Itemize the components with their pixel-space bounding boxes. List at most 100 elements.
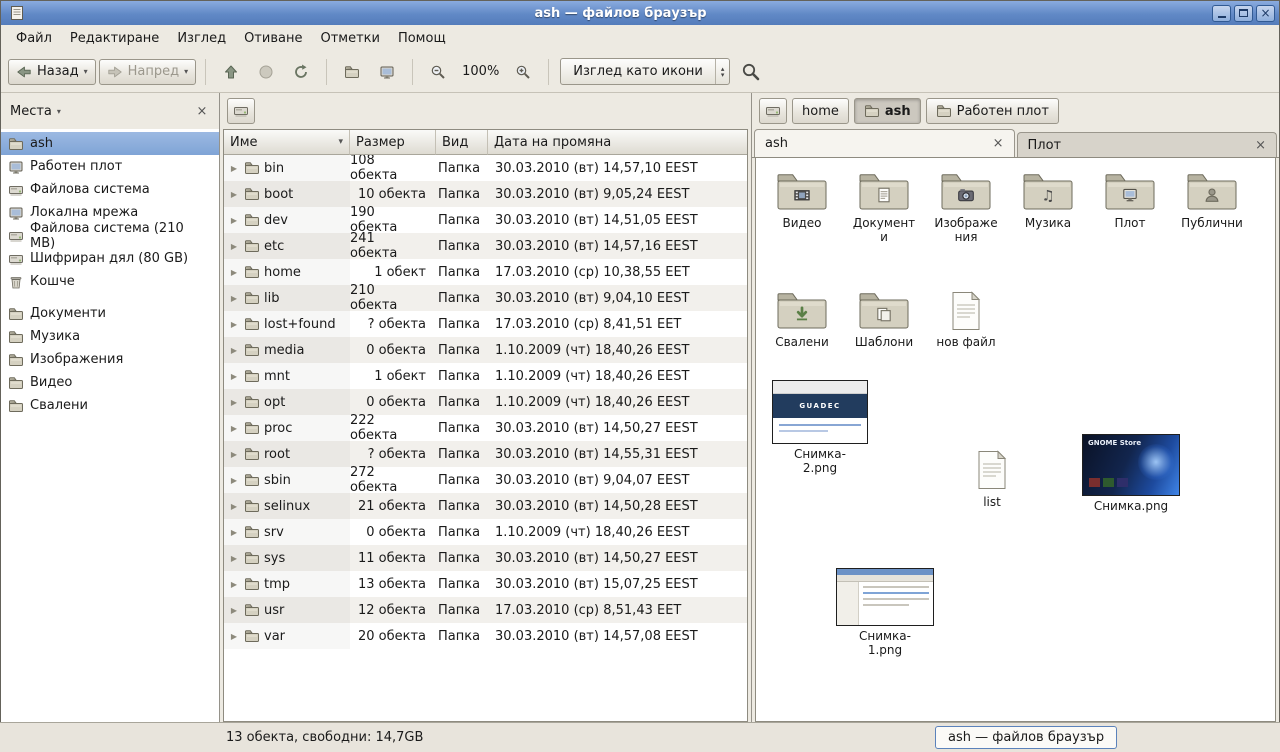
icon-Шаблони[interactable]: Шаблони — [846, 289, 922, 350]
zoom-in-button[interactable] — [507, 59, 539, 85]
column-header-Дата на промяна[interactable]: Дата на промяна — [488, 130, 747, 155]
tab-close-icon[interactable]: × — [1255, 138, 1266, 153]
expander-icon[interactable]: ▶ — [228, 528, 240, 537]
sidebar-item-Изображения[interactable]: Изображения — [1, 348, 219, 371]
pathbar-button-Работен плот[interactable]: Работен плот — [926, 98, 1059, 124]
tree-row-sbin[interactable]: ▶sbin272 обектаПапка30.03.2010 (вт) 9,04… — [224, 467, 747, 493]
zoom-out-button[interactable] — [422, 59, 454, 85]
maximize-button[interactable] — [1234, 5, 1253, 22]
expander-icon[interactable]: ▶ — [228, 268, 240, 277]
expander-icon[interactable]: ▶ — [228, 164, 240, 173]
tree-row-home[interactable]: ▶home1 обектПапка17.03.2010 (ср) 10,38,5… — [224, 259, 747, 285]
tree-row-var[interactable]: ▶var20 обектаПапка30.03.2010 (вт) 14,57,… — [224, 623, 747, 649]
tab-close-icon[interactable]: × — [993, 136, 1004, 151]
icon-Видео[interactable]: Видео — [764, 170, 840, 245]
expander-icon[interactable]: ▶ — [228, 190, 240, 199]
root-location-button[interactable] — [227, 98, 255, 124]
tree-row-sys[interactable]: ▶sys11 обектаПапка30.03.2010 (вт) 14,50,… — [224, 545, 747, 571]
tree-row-usr[interactable]: ▶usr12 обектаПапка17.03.2010 (ср) 8,51,4… — [224, 597, 747, 623]
taskbar-window-button[interactable]: ash — файлов браузър — [935, 726, 1117, 749]
icon-Документи[interactable]: Документи — [846, 170, 922, 245]
icon-Свалени[interactable]: Свалени — [764, 289, 840, 350]
expander-icon[interactable]: ▶ — [228, 294, 240, 303]
tree-row-mnt[interactable]: ▶mnt1 обектПапка1.10.2009 (чт) 18,40,26 … — [224, 363, 747, 389]
sidebar-item-Работен плот[interactable]: Работен плот — [1, 155, 219, 178]
expander-icon[interactable]: ▶ — [228, 216, 240, 225]
icon-Снимка.png[interactable]: GNOME StoreСнимка.png — [1082, 434, 1180, 514]
column-header-Размер[interactable]: Размер — [350, 130, 436, 155]
expander-icon[interactable]: ▶ — [228, 476, 240, 485]
tree-row-lib[interactable]: ▶lib210 обектаПапка30.03.2010 (вт) 9,04,… — [224, 285, 747, 311]
expander-icon[interactable]: ▶ — [228, 632, 240, 641]
sidebar-item-Свалени[interactable]: Свалени — [1, 394, 219, 417]
tree-row-proc[interactable]: ▶proc222 обектаПапка30.03.2010 (вт) 14,5… — [224, 415, 747, 441]
icon-Снимка-1.png[interactable]: Снимка-1.png — [836, 568, 934, 658]
forward-button[interactable]: Напред ▾ — [99, 59, 197, 85]
view-mode-select[interactable]: Изглед като икони ▴▾ — [560, 58, 730, 85]
places-dropdown-icon[interactable]: ▾ — [57, 107, 61, 116]
search-button[interactable] — [733, 57, 768, 86]
sidebar-item-Шифриран дял (80 GB)[interactable]: Шифриран дял (80 GB) — [1, 247, 219, 270]
tree-row-boot[interactable]: ▶boot10 обектаПапка30.03.2010 (вт) 9,05,… — [224, 181, 747, 207]
menu-Редактиране[interactable]: Редактиране — [61, 28, 168, 49]
tree-row-opt[interactable]: ▶opt0 обектаПапка1.10.2009 (чт) 18,40,26… — [224, 389, 747, 415]
tree-row-tmp[interactable]: ▶tmp13 обектаПапка30.03.2010 (вт) 15,07,… — [224, 571, 747, 597]
titlebar[interactable]: ash — файлов браузър × — [1, 1, 1279, 25]
sidebar-item-Файлова система (210 MB)[interactable]: Файлова система (210 MB) — [1, 224, 219, 247]
places-label[interactable]: Места — [10, 104, 52, 119]
expander-icon[interactable]: ▶ — [228, 320, 240, 329]
back-dropdown-icon[interactable]: ▾ — [84, 67, 88, 76]
column-header-Вид[interactable]: Вид — [436, 130, 488, 155]
sidebar-item-Видео[interactable]: Видео — [1, 371, 219, 394]
reload-button[interactable] — [285, 59, 317, 85]
menu-Отиване[interactable]: Отиване — [235, 28, 311, 49]
icon-Музика[interactable]: ♫Музика — [1010, 170, 1086, 245]
sidebar-item-Кошче[interactable]: Кошче — [1, 270, 219, 293]
sidebar-item-Музика[interactable]: Музика — [1, 325, 219, 348]
icon-Снимка-2.png[interactable]: GUADECСнимка-2.png — [772, 380, 868, 476]
expander-icon[interactable]: ▶ — [228, 424, 240, 433]
pathbar-button-ash[interactable]: ash — [854, 98, 921, 124]
home-button[interactable] — [336, 59, 368, 85]
sidebar-item-Файлова система[interactable]: Файлова система — [1, 178, 219, 201]
expander-icon[interactable]: ▶ — [228, 502, 240, 511]
tab-Плот[interactable]: Плот× — [1017, 132, 1278, 157]
tree-row-bin[interactable]: ▶bin108 обектаПапка30.03.2010 (вт) 14,57… — [224, 155, 747, 181]
menu-Изглед[interactable]: Изглед — [168, 28, 235, 49]
computer-button[interactable] — [371, 59, 403, 85]
tree-row-selinux[interactable]: ▶selinux21 обектаПапка30.03.2010 (вт) 14… — [224, 493, 747, 519]
close-button[interactable]: × — [1256, 5, 1275, 22]
up-button[interactable] — [215, 59, 247, 85]
menu-Файл[interactable]: Файл — [7, 28, 61, 49]
sidebar-close-icon[interactable]: × — [194, 103, 210, 119]
sidebar-item-ash[interactable]: ash — [1, 132, 219, 155]
tab-ash[interactable]: ash× — [754, 129, 1015, 157]
expander-icon[interactable]: ▶ — [228, 242, 240, 251]
expander-icon[interactable]: ▶ — [228, 346, 240, 355]
expander-icon[interactable]: ▶ — [228, 398, 240, 407]
stop-button[interactable] — [250, 59, 282, 85]
tree-row-dev[interactable]: ▶dev190 обектаПапка30.03.2010 (вт) 14,51… — [224, 207, 747, 233]
tree-row-root[interactable]: ▶root? обектаПапка30.03.2010 (вт) 14,55,… — [224, 441, 747, 467]
icon-Изображения[interactable]: Изображения — [928, 170, 1004, 245]
expander-icon[interactable]: ▶ — [228, 450, 240, 459]
back-button[interactable]: Назад ▾ — [8, 59, 96, 85]
expander-icon[interactable]: ▶ — [228, 372, 240, 381]
pathbar-button-home[interactable]: home — [792, 98, 849, 124]
menu-Отметки[interactable]: Отметки — [311, 28, 388, 49]
icon-list[interactable]: list — [960, 448, 1024, 510]
icon-нов файл[interactable]: нов файл — [928, 289, 1004, 350]
column-header-Име[interactable]: Име▾ — [224, 130, 350, 155]
expander-icon[interactable]: ▶ — [228, 606, 240, 615]
menu-Помощ[interactable]: Помощ — [389, 28, 455, 49]
expander-icon[interactable]: ▶ — [228, 580, 240, 589]
tree-row-srv[interactable]: ▶srv0 обектаПапка1.10.2009 (чт) 18,40,26… — [224, 519, 747, 545]
tree-row-etc[interactable]: ▶etc241 обектаПапка30.03.2010 (вт) 14,57… — [224, 233, 747, 259]
sidebar-item-Документи[interactable]: Документи — [1, 302, 219, 325]
icon-Публични[interactable]: Публични — [1174, 170, 1250, 245]
icon-Плот[interactable]: Плот — [1092, 170, 1168, 245]
minimize-button[interactable] — [1212, 5, 1231, 22]
tree-row-media[interactable]: ▶media0 обектаПапка1.10.2009 (чт) 18,40,… — [224, 337, 747, 363]
pathbar-button-root[interactable] — [759, 98, 787, 124]
expander-icon[interactable]: ▶ — [228, 554, 240, 563]
